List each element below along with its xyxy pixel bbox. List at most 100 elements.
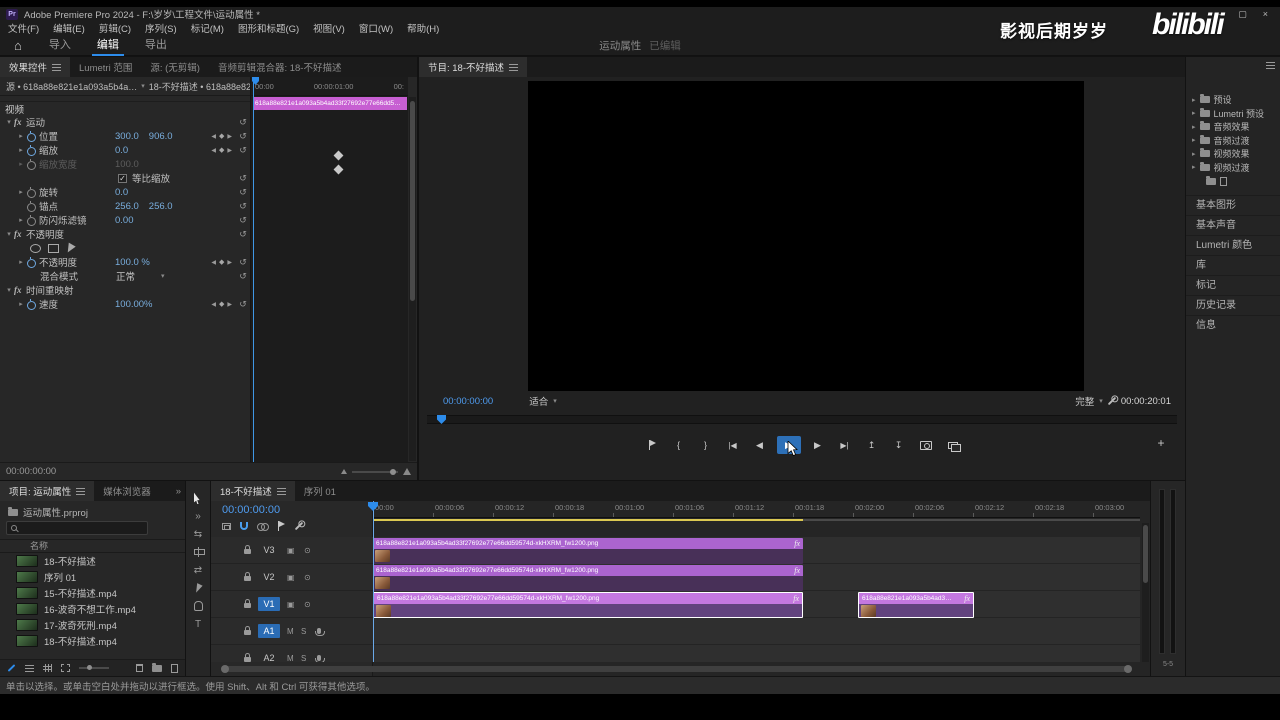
clear-button[interactable]	[136, 664, 143, 672]
menu-item[interactable]: 窗口(W)	[359, 21, 393, 35]
track-label-a2[interactable]: A2	[258, 651, 280, 662]
tab-sequence-01[interactable]: 序列 01	[295, 481, 345, 501]
chevron-right-icon[interactable]: ▸	[1192, 150, 1196, 158]
project-item[interactable]: 序列 01	[0, 569, 185, 585]
list-view-button[interactable]	[25, 664, 34, 672]
program-playhead[interactable]	[437, 415, 446, 424]
clip-v1-selected[interactable]: 618a88e821e1a093a5b4ad33f27692e77e66dd59…	[373, 592, 803, 618]
search-input[interactable]	[21, 523, 131, 533]
anchor-x-value[interactable]: 256.0	[115, 201, 139, 212]
menu-item[interactable]: 标记(M)	[191, 21, 224, 35]
solo-button[interactable]: S	[301, 627, 306, 636]
reset-icon[interactable]: ↺	[236, 215, 250, 226]
track-a1-header[interactable]: A1 M S	[211, 618, 373, 645]
reset-icon[interactable]: ↺	[236, 145, 250, 156]
reset-icon[interactable]: ↺	[236, 173, 250, 184]
freeform-view-button[interactable]	[61, 664, 70, 672]
collapsed-panel-tab[interactable]: 库	[1186, 255, 1280, 275]
chevron-right-icon[interactable]: ▸	[1192, 123, 1196, 131]
chevron-right-icon[interactable]: ▸	[16, 300, 26, 308]
go-to-out-button[interactable]: ▶|	[835, 436, 855, 454]
reset-icon[interactable]: ↺	[236, 187, 250, 198]
button-editor-button[interactable]: +	[1151, 434, 1171, 452]
mark-in-button[interactable]: {	[669, 436, 689, 454]
rotation-value[interactable]: 0.0	[115, 187, 128, 198]
extract-button[interactable]: ↧	[889, 436, 909, 454]
lock-icon[interactable]	[244, 549, 251, 554]
reset-icon[interactable]: ↺	[236, 257, 250, 268]
tab-program-monitor[interactable]: 节目: 18-不好描述	[419, 57, 527, 77]
sync-lock-icon[interactable]: ▣	[287, 546, 295, 555]
ec-row-opacity-effect[interactable]: ▾ fx 不透明度 ↺	[0, 227, 250, 241]
settings-wrench-icon[interactable]	[1108, 397, 1116, 405]
lock-icon[interactable]	[244, 603, 251, 608]
icon-view-button[interactable]	[43, 664, 52, 672]
lock-icon[interactable]	[244, 576, 251, 581]
menu-item[interactable]: 视图(V)	[313, 21, 345, 35]
position-x-value[interactable]: 300.0	[115, 131, 139, 142]
fx-icon[interactable]: fx	[14, 229, 26, 239]
tab-audio-clip-mixer[interactable]: 音频剪辑混合器: 18-不好描述	[209, 57, 351, 77]
project-file-row[interactable]: 运动属性.prproj	[0, 501, 185, 523]
list-header-name[interactable]: 名称	[0, 539, 185, 553]
keyframe-nav[interactable]: ◀◆▶	[211, 132, 236, 140]
stopwatch-icon[interactable]	[26, 201, 37, 211]
sync-lock-icon[interactable]: ▣	[287, 573, 295, 582]
zoom-in-icon[interactable]	[403, 468, 411, 475]
reset-icon[interactable]: ↺	[236, 117, 250, 128]
track-output-eye-icon[interactable]: ⊙	[304, 573, 311, 582]
collapsed-panel-tab[interactable]: 基本声音	[1186, 215, 1280, 235]
project-item[interactable]: 17-波奇死刑.mp4	[0, 617, 185, 633]
reset-icon[interactable]: ↺	[236, 229, 250, 240]
reset-icon[interactable]: ↺	[236, 299, 250, 310]
track-v2-header[interactable]: V2 ▣ ⊙	[211, 564, 373, 591]
timeline-timecode[interactable]: 00:00:00:00	[222, 504, 280, 516]
effects-bin-item[interactable]: ▸ 视频过渡	[1186, 161, 1280, 175]
clip-v1-right-selected[interactable]: 618a88e821e1a093a5b4ad3…fx	[858, 592, 974, 618]
timeline-hscrollbar[interactable]	[223, 666, 1130, 672]
panel-menu-icon[interactable]	[277, 488, 286, 495]
voiceover-mic-icon[interactable]	[317, 628, 321, 634]
stopwatch-icon[interactable]	[26, 257, 37, 267]
track-v3-header[interactable]: V3 ▣ ⊙	[211, 537, 373, 564]
position-y-value[interactable]: 906.0	[149, 131, 173, 142]
home-icon[interactable]: ⌂	[0, 38, 36, 53]
stopwatch-icon[interactable]	[26, 145, 37, 155]
lock-icon[interactable]	[244, 630, 251, 635]
reset-icon[interactable]: ↺	[236, 271, 250, 282]
source-clip-label[interactable]: 源 • 618a88e821e1a093a5b4a…	[6, 80, 137, 93]
effects-bin-item[interactable]: ▸ 音频过渡	[1186, 134, 1280, 148]
keyframe-diamond[interactable]	[334, 165, 344, 175]
fx-icon[interactable]: fx	[14, 117, 26, 127]
tab-lumetri-scopes[interactable]: Lumetri 范围	[70, 57, 141, 77]
search-box[interactable]	[6, 521, 148, 535]
track-label-a1[interactable]: A1	[258, 624, 280, 638]
chevron-down-icon[interactable]: ▾	[141, 82, 145, 90]
chevron-right-icon[interactable]: ▸	[16, 216, 26, 224]
project-item[interactable]: 18-不好描述.mp4	[0, 633, 185, 649]
panel-menu-icon[interactable]	[509, 64, 518, 71]
zoom-slider[interactable]	[352, 471, 398, 473]
fx-icon[interactable]: fx	[14, 285, 26, 295]
keyframe-nav[interactable]: ◀◆▶	[211, 300, 236, 308]
ripple-edit-tool[interactable]: ⇆	[186, 525, 210, 543]
go-to-in-button[interactable]: |◀	[723, 436, 743, 454]
close-button[interactable]: ×	[1263, 9, 1268, 20]
ec-timeline-ruler[interactable]: 00:0000:00:01:0000:	[251, 77, 408, 96]
workspace-tab-import[interactable]: 导入	[36, 35, 84, 56]
track-output-eye-icon[interactable]: ⊙	[304, 546, 311, 555]
tab-source-monitor[interactable]: 源: (无剪辑)	[141, 57, 209, 77]
slip-tool[interactable]: ⇄	[186, 561, 210, 579]
compare-view-button[interactable]	[943, 436, 963, 454]
ellipse-mask-icon[interactable]	[30, 244, 41, 253]
mark-out-button[interactable]: }	[696, 436, 716, 454]
chevron-right-icon[interactable]: ▸	[16, 258, 26, 266]
play-button[interactable]: ▶	[777, 436, 801, 454]
mute-button[interactable]: M	[287, 654, 294, 663]
keyframe-nav[interactable]: ◀◆▶	[211, 146, 236, 154]
chevron-right-icon[interactable]: ▸	[1192, 163, 1196, 171]
panel-menu-icon[interactable]	[1266, 62, 1275, 69]
razor-tool[interactable]	[186, 543, 210, 561]
menu-item[interactable]: 帮助(H)	[407, 21, 439, 35]
chevron-right-icon[interactable]: ▸	[1192, 136, 1196, 144]
